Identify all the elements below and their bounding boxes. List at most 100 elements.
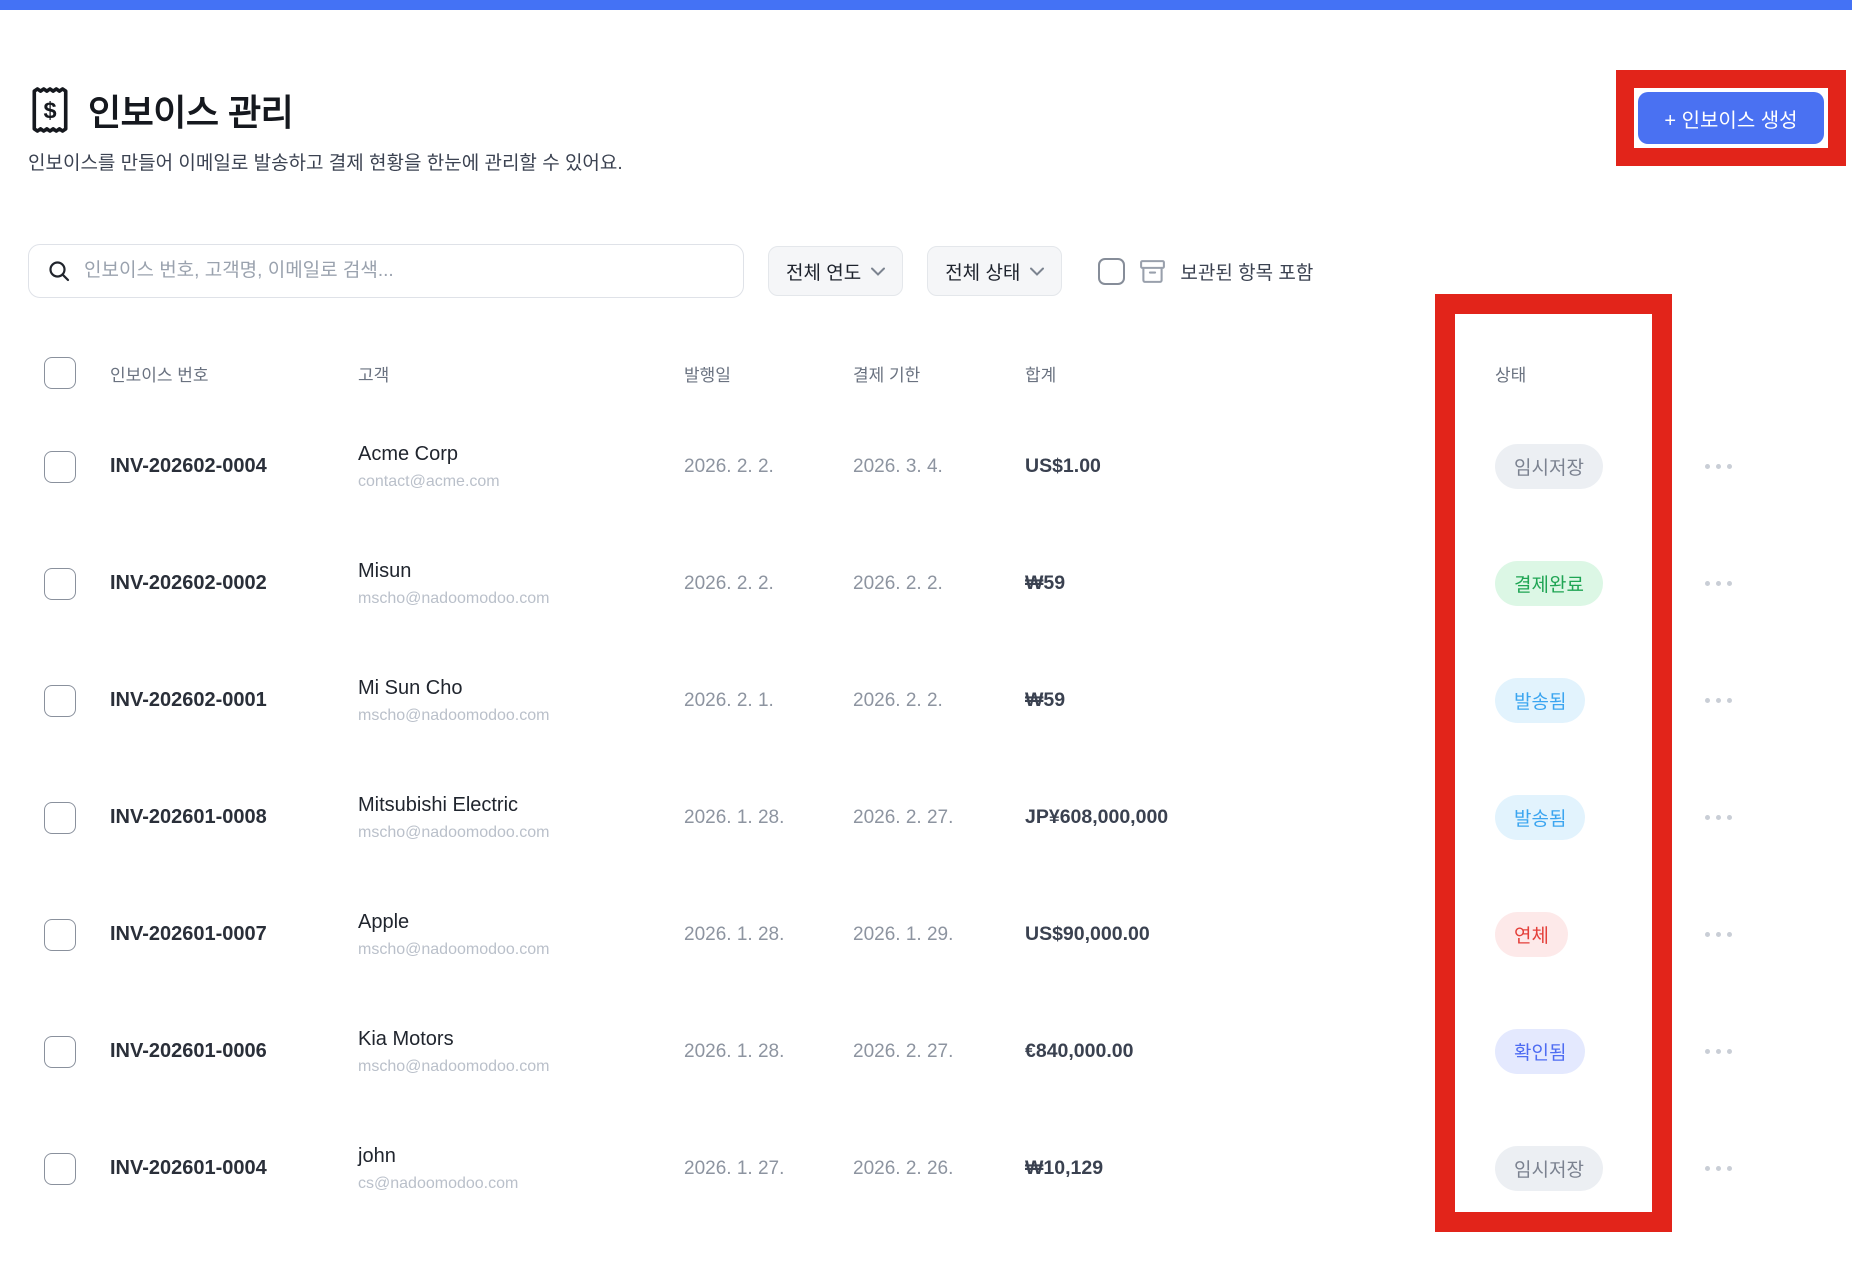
status-filter-label: 전체 상태 [945,258,1020,285]
due-date: 2026. 2. 26. [853,1158,1025,1180]
total-amount: €840,000.00 [1025,1040,1455,1063]
invoice-number: INV-202601-0006 [110,1040,358,1063]
issue-date: 2026. 2. 1. [684,690,853,712]
search-icon [47,259,71,283]
table-row[interactable]: INV-202602-0001 Mi Sun Chomscho@nadoomod… [28,642,1824,759]
customer-email: mscho@nadoomodoo.com [358,1058,684,1076]
column-header-invoice-number: 인보이스 번호 [110,361,358,386]
row-checkbox[interactable] [44,919,76,951]
customer-email: mscho@nadoomodoo.com [358,590,684,608]
customer-name: Mi Sun Cho [358,677,463,699]
due-date: 2026. 2. 2. [853,573,1025,595]
table-row[interactable]: INV-202601-0007 Apple mscho@nadoomodoo.co… [28,876,1824,993]
customer-email: mscho@nadoomodoo.com [358,824,684,842]
receipt-icon: $ [28,86,72,134]
table-row[interactable]: INV-202601-0008 Mitsubishi Electric mscho… [28,759,1824,876]
row-menu-button[interactable] [1705,924,1824,945]
select-all-checkbox[interactable] [44,357,76,389]
search-input[interactable] [84,260,725,282]
issue-date: 2026. 1. 28. [684,807,853,829]
total-amount: ₩59 [1025,572,1455,595]
invoice-number: INV-202602-0002 [110,572,358,595]
customer-name: john [358,1145,396,1167]
chevron-down-icon [1030,267,1044,276]
customer-name: Misun [358,560,411,582]
issue-date: 2026. 1. 28. [684,924,853,946]
customer-email: cs@nadoomodoo.com [358,1175,684,1193]
issue-date: 2026. 2. 2. [684,456,853,478]
year-filter-label: 전체 연도 [786,258,861,285]
total-amount: ₩59 [1025,689,1455,712]
total-amount: US$1.00 [1025,455,1455,478]
year-filter-dropdown[interactable]: 전체 연도 [768,246,903,296]
row-menu-button[interactable] [1705,690,1824,711]
customer-name: Kia Motors [358,1028,454,1050]
page-subtitle: 인보이스를 만들어 이메일로 발송하고 결제 현황을 한눈에 관리할 수 있어요… [28,148,623,175]
archived-filter: 보관된 항목 포함 [1098,257,1313,286]
status-badge: 임시저장 [1495,444,1603,489]
table-row[interactable]: INV-202602-0002 Misun mscho@nadoomodoo.co… [28,525,1824,642]
due-date: 2026. 2. 27. [853,1041,1025,1063]
page-header: $ 인보이스 관리 [28,84,293,136]
archive-box-icon [1138,257,1167,286]
row-checkbox[interactable] [44,568,76,600]
row-checkbox[interactable] [44,685,76,717]
due-date: 2026. 1. 29. [853,924,1025,946]
row-menu-button[interactable] [1705,807,1824,828]
due-date: 2026. 2. 2. [853,690,1025,712]
issue-date: 2026. 1. 28. [684,1041,853,1063]
customer-name: Apple [358,911,409,933]
row-menu-button[interactable] [1705,1041,1824,1062]
due-date: 2026. 3. 4. [853,456,1025,478]
status-badge: 발송됨 [1495,678,1585,723]
page-title: 인보이스 관리 [88,84,293,136]
invoice-number: INV-202602-0004 [110,455,358,478]
status-badge: 임시저장 [1495,1146,1603,1191]
issue-date: 2026. 2. 2. [684,573,853,595]
table-row[interactable]: INV-202601-0004 john cs@nadoomodoo.com 20… [28,1110,1824,1227]
row-checkbox[interactable] [44,1153,76,1185]
status-filter-dropdown[interactable]: 전체 상태 [927,246,1062,296]
issue-date: 2026. 1. 27. [684,1158,853,1180]
total-amount: JP¥608,000,000 [1025,806,1455,829]
row-checkbox[interactable] [44,451,76,483]
status-badge: 결제완료 [1495,561,1603,606]
svg-text:$: $ [43,98,56,124]
customer-name: Acme Corp [358,443,458,465]
status-badge: 발송됨 [1495,795,1585,840]
annotation-box-create-button: + 인보이스 생성 [1616,70,1846,166]
invoice-number: INV-202601-0004 [110,1157,358,1180]
total-amount: ₩10,129 [1025,1157,1455,1180]
invoice-number: INV-202601-0008 [110,806,358,829]
customer-email: mscho@nadoomodoo.com [358,941,684,959]
row-menu-button[interactable] [1705,573,1824,594]
archived-checkbox[interactable] [1098,258,1125,285]
search-box[interactable] [28,244,744,298]
create-invoice-button[interactable]: + 인보이스 생성 [1638,92,1824,144]
top-accent-bar [0,0,1852,10]
row-menu-button[interactable] [1705,1158,1824,1179]
total-amount: US$90,000.00 [1025,923,1455,946]
due-date: 2026. 2. 27. [853,807,1025,829]
chevron-down-icon [871,267,885,276]
filter-bar: 전체 연도 전체 상태 보관된 항목 포함 [28,244,1313,298]
row-menu-button[interactable] [1705,456,1824,477]
archived-filter-label: 보관된 항목 포함 [1180,258,1313,285]
table-header-row: 인보이스 번호 고객 발행일 결제 기한 합계 상태 [28,338,1824,408]
status-badge: 확인됨 [1495,1029,1585,1074]
invoice-number: INV-202602-0001 [110,689,358,712]
table-row[interactable]: INV-202602-0004 Acme Corp contact@acme.co… [28,408,1824,525]
customer-name: Mitsubishi Electric [358,794,518,816]
column-header-total: 합계 [1025,361,1455,386]
customer-email: contact@acme.com [358,473,684,491]
invoice-number: INV-202601-0007 [110,923,358,946]
column-header-status: 상태 [1455,361,1685,386]
status-badge: 연체 [1495,912,1568,957]
row-checkbox[interactable] [44,802,76,834]
column-header-issue-date: 발행일 [684,361,853,386]
row-checkbox[interactable] [44,1036,76,1068]
column-header-due-date: 결제 기한 [853,361,1025,386]
invoice-table: 인보이스 번호 고객 발행일 결제 기한 합계 상태 INV-202602-00… [28,338,1824,1227]
table-row[interactable]: INV-202601-0006 Kia Motors mscho@nadoomod… [28,993,1824,1110]
column-header-customer: 고객 [358,361,684,386]
